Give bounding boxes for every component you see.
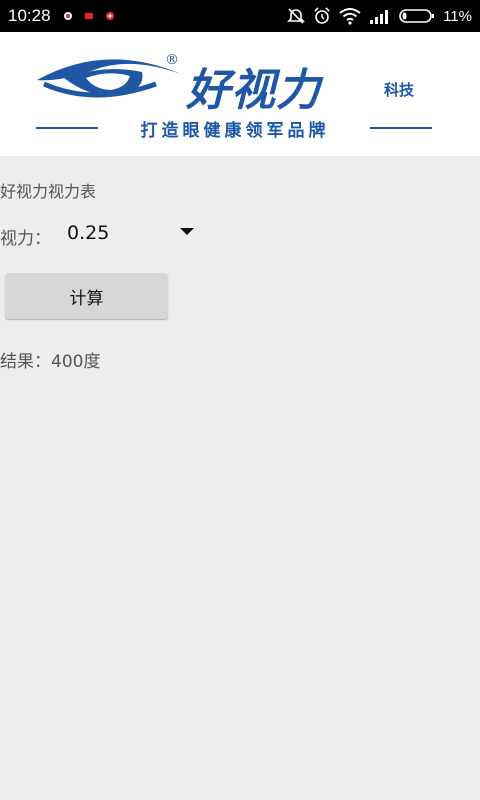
notification-icon-1 bbox=[64, 12, 72, 20]
notification-icon-2 bbox=[85, 13, 93, 19]
brand-suffix: 科技 bbox=[384, 81, 415, 99]
notification-icon-3 bbox=[106, 12, 114, 20]
status-bar: 10:28 11% bbox=[0, 0, 480, 32]
calculate-button[interactable]: 计算 bbox=[5, 273, 168, 319]
eye-logo-icon bbox=[37, 59, 181, 98]
vision-label: 视力： bbox=[0, 229, 51, 249]
brand-name: 好视力 bbox=[186, 65, 321, 116]
vision-selected-value: 0.25 bbox=[67, 222, 110, 244]
page-title: 好视力视力表 bbox=[0, 182, 97, 201]
registered-mark: ® bbox=[165, 52, 179, 68]
dropdown-arrow-icon bbox=[180, 228, 194, 235]
brand-slogan: 打造眼健康领军品牌 bbox=[140, 121, 330, 141]
wifi-icon bbox=[339, 8, 361, 25]
battery-icon bbox=[399, 9, 435, 23]
status-time: 10:28 bbox=[8, 6, 51, 25]
signal-icon bbox=[370, 10, 389, 24]
result-text: 结果：400度 bbox=[0, 352, 101, 372]
vision-spinner[interactable]: 0.25 bbox=[60, 216, 194, 250]
alarm-clock-icon bbox=[314, 7, 330, 24]
alarm-off-icon bbox=[287, 8, 306, 24]
slogan-divider-right bbox=[370, 127, 432, 129]
brand-banner: ® 好视力 科技 打造眼健康领军品牌 bbox=[0, 32, 480, 156]
slogan-divider-left bbox=[36, 127, 98, 129]
battery-percent: 11% bbox=[443, 7, 472, 25]
